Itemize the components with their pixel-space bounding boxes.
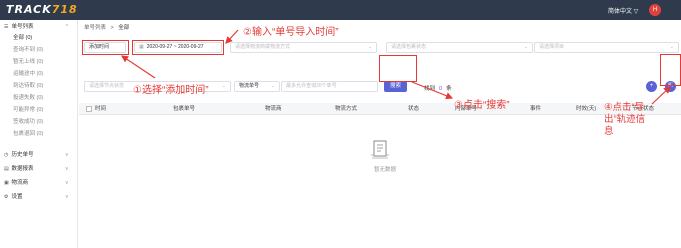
arrow-step-2	[225, 29, 239, 44]
arrow-step-1	[121, 55, 156, 79]
annotation-arrows	[121, 29, 671, 105]
arrow-step-4	[651, 86, 671, 105]
arrow-step-3	[411, 81, 454, 100]
